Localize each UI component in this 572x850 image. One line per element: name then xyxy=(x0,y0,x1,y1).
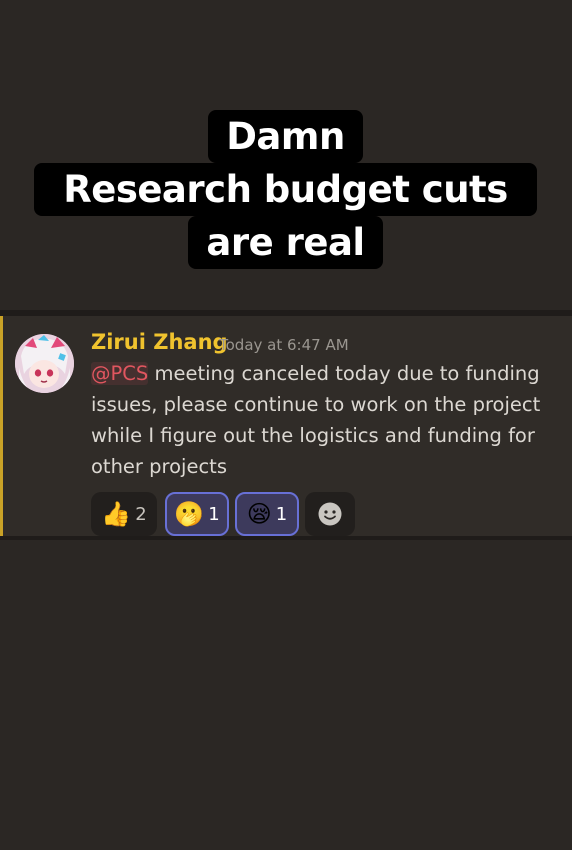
reaction-count: 1 xyxy=(208,503,220,525)
reaction-thumbs-up[interactable]: 👍 2 xyxy=(91,492,157,536)
reaction-count: 2 xyxy=(135,503,147,525)
avatar[interactable] xyxy=(15,334,74,393)
caption-line-3: are real xyxy=(188,216,383,269)
mention-highlight-bar xyxy=(0,316,3,536)
user-mention[interactable]: @PCS xyxy=(91,362,149,385)
caption-line-2: Research budget cuts xyxy=(34,163,537,216)
screen: Damn Research budget cuts are real Zirui… xyxy=(0,0,572,850)
sleepy-face-icon: 😪 xyxy=(246,500,272,528)
chat-message[interactable]: Zirui Zhang Today at 6:47 AM @PCS meetin… xyxy=(0,310,572,540)
add-reaction-smiley-icon xyxy=(318,502,342,526)
message-author[interactable]: Zirui Zhang xyxy=(91,330,228,354)
thumbs-up-icon: 👍 xyxy=(101,500,132,528)
message-timestamp: Today at 6:47 AM xyxy=(219,336,349,354)
message-content: @PCS meeting canceled today due to fundi… xyxy=(91,358,561,482)
reaction-sleepy-face[interactable]: 😪 1 xyxy=(235,492,299,536)
reaction-count: 1 xyxy=(275,503,288,525)
message-text: meeting canceled today due to funding is… xyxy=(91,362,541,478)
face-with-open-eyes-hand-over-mouth-icon: 🫢 xyxy=(174,500,205,528)
caption-line-1: Damn xyxy=(208,110,363,163)
add-reaction-button[interactable] xyxy=(305,492,355,536)
reaction-hand-over-mouth[interactable]: 🫢 1 xyxy=(165,492,229,536)
